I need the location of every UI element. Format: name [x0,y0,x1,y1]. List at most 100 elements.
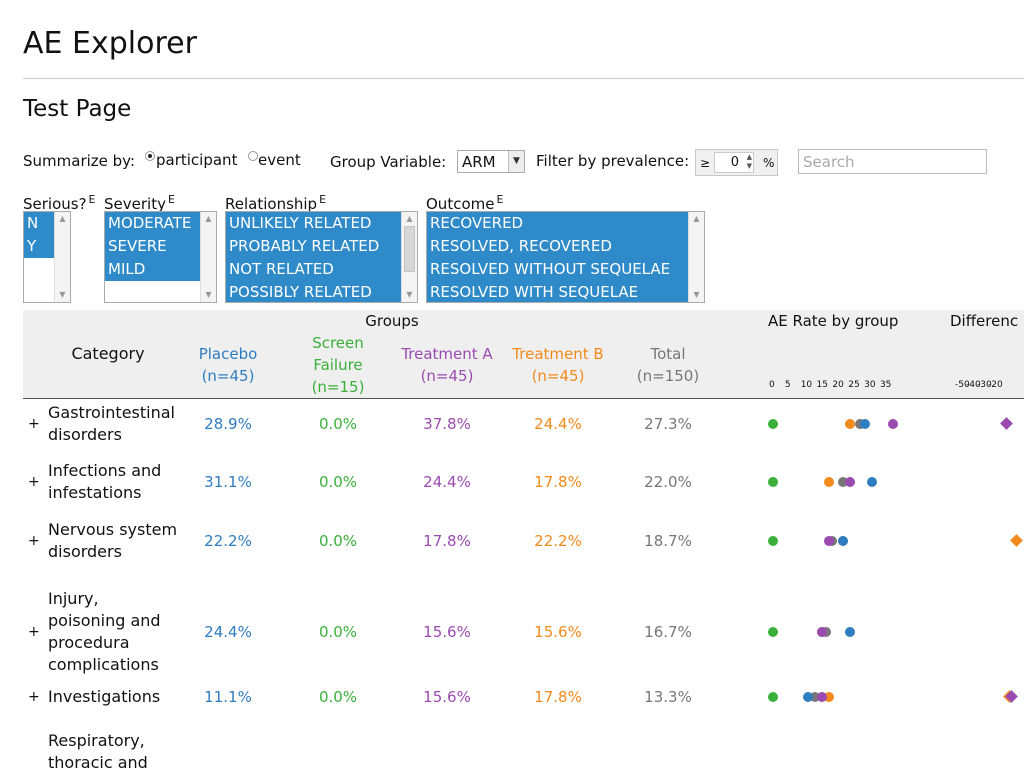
rate-cell: 18.7% [644,532,692,550]
rate-cell: 15.6% [423,688,471,706]
category-label: poisoning and [48,611,161,630]
relationship-option[interactable]: NOT RELATED [226,258,402,281]
rate-cell: 13.3% [644,688,692,706]
placebo-header-n: (n=45) [201,367,255,385]
severity-listbox[interactable]: MODERATE SEVERE MILD ▲ ▼ [104,211,217,303]
summarize-participant-radio[interactable] [145,151,155,161]
prevalence-operator[interactable]: ≥ [700,153,710,173]
category-label: infestations [48,483,142,502]
prevalence-input[interactable]: 0 ▲ ▼ [714,152,754,173]
group-variable-label: Group Variable: [330,153,447,171]
rate-axis-tick: 35 [879,380,892,390]
rate-cell: 24.4% [204,623,252,641]
treatment-b-header[interactable]: Treatment B (n=45) [503,343,613,387]
rate-dot [768,419,778,429]
scroll-down-icon[interactable]: ▼ [402,288,417,302]
rate-dot [824,477,835,487]
outcome-listbox[interactable]: RECOVERED RESOLVED, RECOVERED RESOLVED W… [426,211,705,303]
app-title: AE Explorer [23,26,197,61]
scroll-down-icon[interactable]: ▼ [689,288,704,302]
rate-cell: 24.4% [534,415,582,433]
outcome-option[interactable]: RECOVERED [427,212,689,235]
scroll-up-icon[interactable]: ▲ [402,212,417,226]
category-label: disorders [48,425,122,444]
rate-cell: 31.1% [204,473,252,491]
relationship-option[interactable]: POSSIBLY RELATED [226,281,402,302]
outcome-scrollbar[interactable]: ▲ ▼ [688,212,704,302]
rate-axis-tick: 30 [864,380,876,390]
rate-cell: 0.0% [318,532,358,550]
total-header[interactable]: Total (n=150) [623,343,713,387]
category-header[interactable]: Category [58,343,158,365]
relationship-option[interactable]: PROBABLY RELATED [226,235,402,258]
scroll-down-icon[interactable]: ▼ [55,288,70,302]
rate-cell: 22.2% [534,532,582,550]
summarize-participant-label[interactable]: participant [156,150,237,170]
rate-cell: 15.6% [423,623,471,641]
group-variable-value: ARM [462,153,496,171]
summarize-event-label[interactable]: event [258,150,301,170]
category-label: Nervous system [48,520,178,539]
relationship-listbox[interactable]: UNLIKELY RELATED PROBABLY RELATED NOT RE… [225,211,418,303]
relationship-option[interactable]: UNLIKELY RELATED [226,212,402,235]
severity-option[interactable]: SEVERE [105,235,201,258]
group-variable-select[interactable]: ARM ▼ [457,150,525,173]
category-label: Gastrointestinal [48,403,175,422]
treatment-b-header-name: Treatment B [512,345,604,363]
severity-scrollbar[interactable]: ▲ ▼ [200,212,216,302]
relationship-scrollbar[interactable]: ▲ ▼ [401,212,417,302]
rate-dot [859,419,870,429]
treatment-b-header-n: (n=45) [531,367,585,385]
expand-row-toggle[interactable]: + [28,471,40,493]
outcome-option[interactable]: RESOLVED WITHOUT SEQUELAE [427,258,689,281]
serious-scrollbar[interactable]: ▲ ▼ [54,212,70,302]
rate-cell: 24.4% [423,473,471,491]
rate-dot [866,477,877,487]
rate-cell: 0.0% [318,623,358,641]
scroll-up-icon[interactable]: ▲ [55,212,70,226]
expand-row-toggle[interactable]: + [28,621,40,643]
category-label: complications [48,655,159,674]
rate-dot [768,692,778,702]
rate-dot [768,536,778,546]
outcome-option[interactable]: RESOLVED WITH SEQUELAE [427,281,689,302]
serious-option[interactable]: N [24,212,54,235]
difference-axis-tick: -20 [988,380,1003,390]
expand-row-toggle[interactable]: + [28,413,40,435]
treatment-a-header-name: Treatment A [401,345,493,363]
prevalence-unit: % [763,156,775,170]
spinner-icon[interactable]: ▲ ▼ [747,153,752,171]
prevalence-label: Filter by prevalence: [536,152,690,170]
rate-dot [768,477,778,487]
rate-dot [845,627,856,637]
scroll-up-icon[interactable]: ▲ [689,212,704,226]
rate-cell: 0.0% [318,688,358,706]
severity-option[interactable]: MODERATE [105,212,201,235]
scroll-down-icon[interactable]: ▼ [201,288,216,302]
severity-option[interactable]: MILD [105,258,201,281]
category-label: procedura [48,633,130,652]
rate-cell: 0.0% [318,415,358,433]
rate-cell: 0.0% [318,473,358,491]
page-title: Test Page [23,96,132,122]
placebo-header-name: Placebo [198,345,258,363]
scroll-thumb[interactable] [404,226,415,272]
outcome-option[interactable]: RESOLVED, RECOVERED [427,235,689,258]
treatment-a-header-n: (n=45) [420,367,474,385]
search-input[interactable] [798,149,987,174]
chevron-down-icon: ▼ [508,151,524,172]
serious-option[interactable]: Y [24,235,54,258]
treatment-a-header[interactable]: Treatment A (n=45) [397,343,497,387]
placebo-header[interactable]: Placebo (n=45) [183,343,273,387]
expand-row-toggle[interactable]: + [28,530,40,552]
rate-cell: 16.7% [644,623,692,641]
summarize-event-radio[interactable] [248,151,258,161]
rate-dot [768,627,778,637]
serious-listbox[interactable]: N Y ▲ ▼ [23,211,71,303]
rate-axis-tick: 20 [832,380,844,390]
category-label: Investigations [48,687,161,706]
difference-header: Differenc [950,312,1019,330]
expand-row-toggle[interactable]: + [28,686,40,708]
screen-failure-header[interactable]: Screen Failure (n=15) [293,332,383,398]
scroll-up-icon[interactable]: ▲ [201,212,216,226]
